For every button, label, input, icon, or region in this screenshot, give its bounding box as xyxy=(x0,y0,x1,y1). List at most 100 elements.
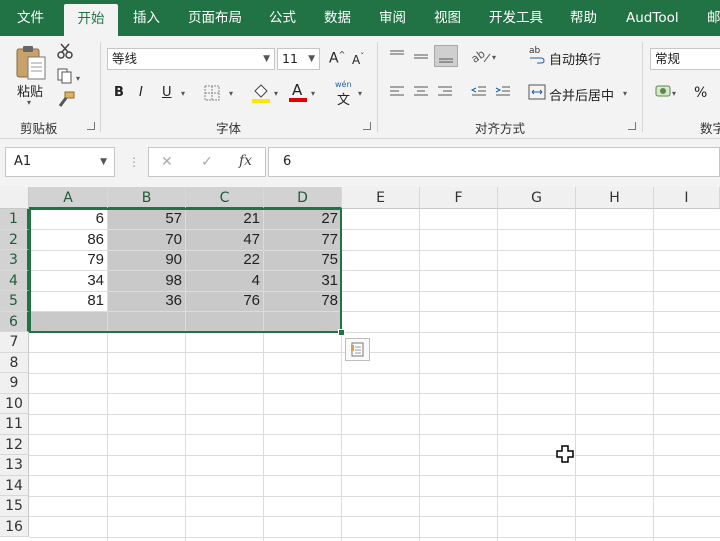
tab-formulas[interactable]: 公式 xyxy=(269,0,296,36)
cell-cursor-icon xyxy=(556,445,574,467)
increase-indent-icon[interactable] xyxy=(494,84,512,104)
row-header[interactable]: 1 xyxy=(0,209,29,230)
tab-audtool[interactable]: AudTool xyxy=(626,0,679,36)
font-size-value: 11 xyxy=(282,51,298,66)
row-header[interactable]: 4 xyxy=(0,270,29,291)
tab-data[interactable]: 数据 xyxy=(324,0,351,36)
align-left-icon[interactable] xyxy=(388,84,406,104)
row-header[interactable]: 8 xyxy=(0,352,29,373)
formula-input[interactable]: 6 xyxy=(268,147,720,177)
cancel-button[interactable]: ✕ xyxy=(161,154,173,170)
formula-buttons: ✕ ✓ fx xyxy=(148,147,266,177)
column-header-g[interactable]: G xyxy=(498,187,576,209)
underline-dropdown-icon[interactable]: ▾ xyxy=(181,89,185,98)
align-top-icon[interactable] xyxy=(388,48,406,68)
gridline xyxy=(497,209,498,541)
row-header[interactable]: 3 xyxy=(0,250,29,271)
tab-help[interactable]: 帮助 xyxy=(570,0,597,36)
tab-page-layout[interactable]: 页面布局 xyxy=(188,0,242,36)
ribbon: 粘贴 ▾ ▾ 剪贴板 等线 ▼ 11 ▼ A^ Aˇ B I U ▾ ▾ ▾ A ▾… xyxy=(0,36,720,139)
merge-center-icon[interactable] xyxy=(528,83,546,105)
row-header[interactable]: 16 xyxy=(0,516,29,537)
copy-icon[interactable]: ▾ xyxy=(56,67,84,89)
wrap-text-icon[interactable]: ab xyxy=(528,44,546,68)
gridline xyxy=(419,209,420,541)
bold-button[interactable]: B xyxy=(114,85,124,100)
accounting-format-icon[interactable]: ▾ xyxy=(654,82,682,106)
italic-button[interactable]: I xyxy=(139,85,143,100)
gridline xyxy=(29,373,720,374)
align-bottom-icon[interactable] xyxy=(434,45,458,67)
decrease-indent-icon[interactable] xyxy=(470,84,488,104)
svg-text:ab: ab xyxy=(529,46,541,56)
row-header[interactable]: 9 xyxy=(0,373,29,394)
column-header-i[interactable]: I xyxy=(654,187,720,209)
borders-icon[interactable] xyxy=(204,85,220,105)
drag-handle-icon[interactable]: ⋮ xyxy=(128,155,140,169)
column-header-c[interactable]: C xyxy=(186,187,264,209)
tab-insert[interactable]: 插入 xyxy=(133,0,160,36)
number-format-combo[interactable]: 常规 xyxy=(650,48,720,70)
name-box[interactable]: A1 ▼ xyxy=(5,147,115,177)
paste-icon[interactable] xyxy=(14,44,48,86)
svg-text:ab: ab xyxy=(470,47,488,66)
percent-style-button[interactable]: % xyxy=(694,85,707,101)
font-launcher-icon[interactable] xyxy=(363,122,371,130)
row-header[interactable]: 11 xyxy=(0,414,29,435)
row-header[interactable]: 5 xyxy=(0,291,29,312)
tab-mail[interactable]: 邮 xyxy=(707,0,720,36)
ribbon-tab-bar: 文件 开始 插入 页面布局 公式 数据 审阅 视图 开发工具 帮助 AudToo… xyxy=(0,0,720,36)
tab-file[interactable]: 文件 xyxy=(17,0,44,36)
phonetic-dropdown-icon[interactable]: ▾ xyxy=(358,89,362,98)
column-header-a[interactable]: A xyxy=(29,187,108,209)
tab-review[interactable]: 审阅 xyxy=(379,0,406,36)
row-header[interactable]: 6 xyxy=(0,311,29,332)
align-center-icon[interactable] xyxy=(412,84,430,104)
merge-center-button[interactable]: 合并后居中 xyxy=(549,85,614,104)
gridline xyxy=(29,393,720,394)
align-middle-icon[interactable] xyxy=(412,48,430,68)
phonetic-button[interactable]: 文 xyxy=(337,89,350,108)
fill-handle[interactable] xyxy=(338,329,345,336)
cut-icon[interactable] xyxy=(56,42,74,64)
tab-view[interactable]: 视图 xyxy=(434,0,461,36)
tab-home[interactable]: 开始 xyxy=(64,4,118,36)
column-header-h[interactable]: H xyxy=(576,187,654,209)
merge-dropdown-icon[interactable]: ▾ xyxy=(623,89,627,98)
font-name-combo[interactable]: 等线 ▼ xyxy=(107,48,275,70)
format-painter-icon[interactable] xyxy=(56,90,76,114)
borders-dropdown-icon[interactable]: ▾ xyxy=(229,89,233,98)
underline-button[interactable]: U xyxy=(162,85,172,100)
fill-dropdown-icon[interactable]: ▾ xyxy=(274,89,278,98)
orientation-icon[interactable]: ab ▾ xyxy=(469,46,500,70)
row-header[interactable]: 7 xyxy=(0,332,29,353)
insert-function-button[interactable]: fx xyxy=(239,153,252,169)
font-size-combo[interactable]: 11 ▼ xyxy=(277,48,320,70)
font-color-dropdown-icon[interactable]: ▾ xyxy=(311,89,315,98)
quick-analysis-button[interactable] xyxy=(345,338,370,361)
row-header[interactable]: 15 xyxy=(0,496,29,517)
tab-developer[interactable]: 开发工具 xyxy=(489,0,543,36)
grow-font-button[interactable]: A^ xyxy=(329,50,345,67)
clipboard-group-label: 剪贴板 xyxy=(20,121,58,136)
wrap-text-button[interactable]: 自动换行 xyxy=(549,49,601,68)
enter-button[interactable]: ✓ xyxy=(201,154,213,170)
row-header[interactable]: 14 xyxy=(0,475,29,496)
row-header[interactable]: 13 xyxy=(0,455,29,476)
column-header-b[interactable]: B xyxy=(108,187,186,209)
row-header[interactable]: 12 xyxy=(0,434,29,455)
column-header-e[interactable]: E xyxy=(342,187,420,209)
clipboard-launcher-icon[interactable] xyxy=(87,122,95,130)
alignment-launcher-icon[interactable] xyxy=(628,122,636,130)
align-right-icon[interactable] xyxy=(436,84,454,104)
font-color-letter: A xyxy=(292,81,303,99)
column-header-d[interactable]: D xyxy=(264,187,342,209)
row-header[interactable]: 2 xyxy=(0,229,29,250)
paste-dropdown-icon[interactable]: ▾ xyxy=(27,98,31,107)
fill-color-icon[interactable] xyxy=(251,82,271,108)
column-header-f[interactable]: F xyxy=(420,187,498,209)
shrink-font-button[interactable]: Aˇ xyxy=(352,52,364,67)
chevron-down-icon[interactable]: ▼ xyxy=(100,148,107,176)
row-header[interactable]: 10 xyxy=(0,393,29,414)
select-all-corner[interactable] xyxy=(0,187,29,209)
